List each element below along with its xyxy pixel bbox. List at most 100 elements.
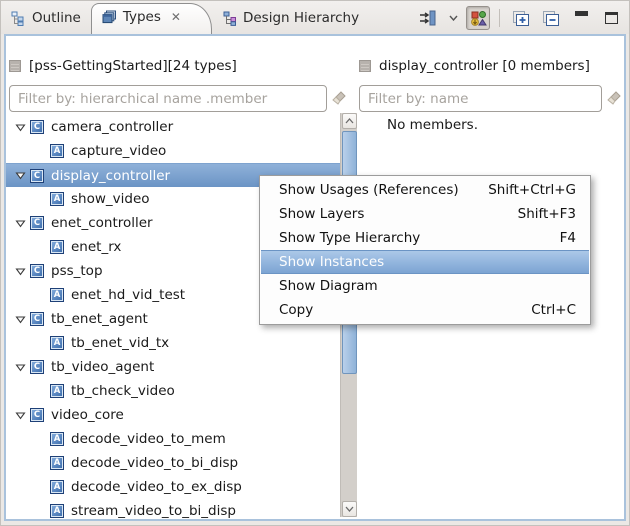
menu-item[interactable]: Show Type Hierarchy F4 [261, 226, 589, 250]
tab-outline[interactable]: Outline [1, 5, 91, 34]
expander-triangle-icon[interactable] [10, 362, 30, 373]
types-panel-header: [pss-GettingStarted][24 types] [9, 58, 237, 74]
menu-item-shortcut: Ctrl+C [531, 302, 576, 318]
menu-item[interactable]: Show Usages (References) Shift+Ctrl+G [261, 178, 589, 202]
component-icon: C [30, 264, 44, 278]
component-icon: C [30, 312, 44, 326]
tree-item[interactable]: Ctb_video_agent [6, 355, 340, 379]
minimize-button[interactable] [569, 6, 593, 30]
tree-item[interactable]: Cvideo_core [6, 403, 340, 427]
action-icon: A [50, 288, 64, 302]
tree-item-label: tb_video_agent [51, 359, 155, 375]
expand-all-icon [513, 10, 529, 26]
types-view-window: Outline Types ✕ Design Hierarchy [pss-Ge… [0, 0, 630, 526]
scroll-down-icon[interactable] [342, 501, 357, 517]
tree-item[interactable]: Adecode_video_to_bi_disp [6, 451, 340, 475]
tree-item-label: capture_video [71, 143, 167, 159]
maximize-button[interactable] [599, 6, 623, 30]
expander-triangle-icon[interactable] [10, 314, 30, 325]
tree-item-label: decode_video_to_bi_disp [71, 455, 239, 471]
filters-dropdown-button[interactable] [446, 6, 460, 30]
tab-design-hierarchy[interactable]: Design Hierarchy [212, 5, 369, 34]
action-icon: A [50, 480, 64, 494]
expander-triangle-icon[interactable] [10, 266, 30, 277]
members-panel-header: display_controller [0 members] [359, 58, 590, 74]
menu-item-label: Show Layers [279, 206, 365, 222]
expander-triangle-icon[interactable] [10, 122, 30, 133]
clear-filter-icon[interactable] [606, 89, 624, 107]
toolbar-separator [499, 9, 500, 27]
menu-item-label: Copy [279, 302, 314, 318]
menu-item[interactable]: Show Diagram [261, 274, 589, 298]
outline-icon [11, 11, 26, 26]
tab-design-hierarchy-label: Design Hierarchy [242, 10, 360, 26]
component-icon: C [30, 360, 44, 374]
tree-item[interactable]: Acapture_video [6, 139, 340, 163]
component-icon: C [30, 408, 44, 422]
component-icon: C [30, 216, 44, 230]
tree-item-label: enet_hd_vid_test [71, 287, 186, 303]
list-icon [9, 60, 21, 72]
close-icon[interactable]: ✕ [171, 11, 181, 23]
menu-item-label: Show Instances [279, 254, 385, 270]
action-icon: A [50, 336, 64, 350]
tree-item-label: enet_controller [51, 215, 153, 231]
action-icon: A [50, 384, 64, 398]
tree-item-label: tb_enet_vid_tx [71, 335, 170, 351]
menu-item[interactable]: Show Layers Shift+F3 [261, 202, 589, 226]
component-icon: C [30, 168, 44, 183]
menu-item-label: Show Usages (References) [279, 182, 459, 198]
tree-item[interactable]: Atb_check_video [6, 379, 340, 403]
tree-item[interactable]: Adecode_video_to_ex_disp [6, 475, 340, 499]
members-panel-title: display_controller [0 members] [379, 58, 590, 74]
expander-triangle-icon[interactable] [10, 170, 30, 181]
tab-outline-label: Outline [32, 10, 81, 26]
menu-item-label: Show Diagram [279, 278, 378, 294]
view-toolbar [416, 5, 623, 31]
tree-item-label: decode_video_to_mem [71, 431, 226, 447]
component-icon: C [30, 120, 44, 134]
context-menu: Show Usages (References) Shift+Ctrl+G Show… [259, 175, 591, 325]
tree-item[interactable]: Astream_video_to_bi_disp [6, 499, 340, 519]
expand-all-button[interactable] [509, 6, 533, 30]
types-icon [102, 10, 117, 25]
action-icon: A [50, 192, 64, 206]
types-filter-input[interactable] [9, 85, 327, 112]
maximize-icon [604, 12, 618, 24]
view-tab-bar: Outline Types ✕ Design Hierarchy [1, 1, 629, 34]
link-with-editor-icon [470, 10, 487, 26]
tab-types[interactable]: Types ✕ [90, 3, 212, 34]
types-panel-title: [pss-GettingStarted][24 types] [29, 58, 237, 74]
menu-item-label: Show Type Hierarchy [279, 230, 421, 246]
clear-filter-icon[interactable] [331, 89, 349, 107]
menu-item[interactable]: Copy Ctrl+C [261, 298, 589, 322]
tree-item-label: show_video [71, 191, 150, 207]
link-with-editor-button[interactable] [466, 6, 490, 30]
action-icon: A [50, 432, 64, 446]
expander-triangle-icon[interactable] [10, 218, 30, 229]
filters-icon [420, 10, 436, 26]
tree-item-label: tb_check_video [71, 383, 175, 399]
collapse-all-button[interactable] [539, 6, 563, 30]
menu-item[interactable]: Show Instances [261, 250, 589, 274]
filters-button[interactable] [416, 6, 440, 30]
view-content: [pss-GettingStarted][24 types] Ccamera_c… [4, 34, 626, 521]
tree-item-label: pss_top [51, 263, 103, 279]
tree-item-label: decode_video_to_ex_disp [71, 479, 242, 495]
tree-item[interactable]: Atb_enet_vid_tx [6, 331, 340, 355]
minimize-icon [574, 10, 588, 16]
scroll-up-icon[interactable] [342, 113, 357, 129]
tab-types-label: Types [122, 9, 161, 25]
menu-item-shortcut: Shift+Ctrl+G [488, 182, 576, 198]
tree-item-label: tb_enet_agent [51, 311, 148, 327]
design-hierarchy-icon [222, 11, 237, 26]
tree-item-label: stream_video_to_bi_disp [71, 503, 236, 519]
list-icon [359, 60, 371, 72]
expander-triangle-icon[interactable] [10, 410, 30, 421]
tree-item-label: enet_rx [71, 239, 122, 255]
tree-item-label: camera_controller [51, 119, 174, 135]
members-filter-input[interactable] [359, 85, 602, 112]
tree-item[interactable]: Adecode_video_to_mem [6, 427, 340, 451]
tree-item[interactable]: Ccamera_controller [6, 115, 340, 139]
action-icon: A [50, 144, 64, 158]
